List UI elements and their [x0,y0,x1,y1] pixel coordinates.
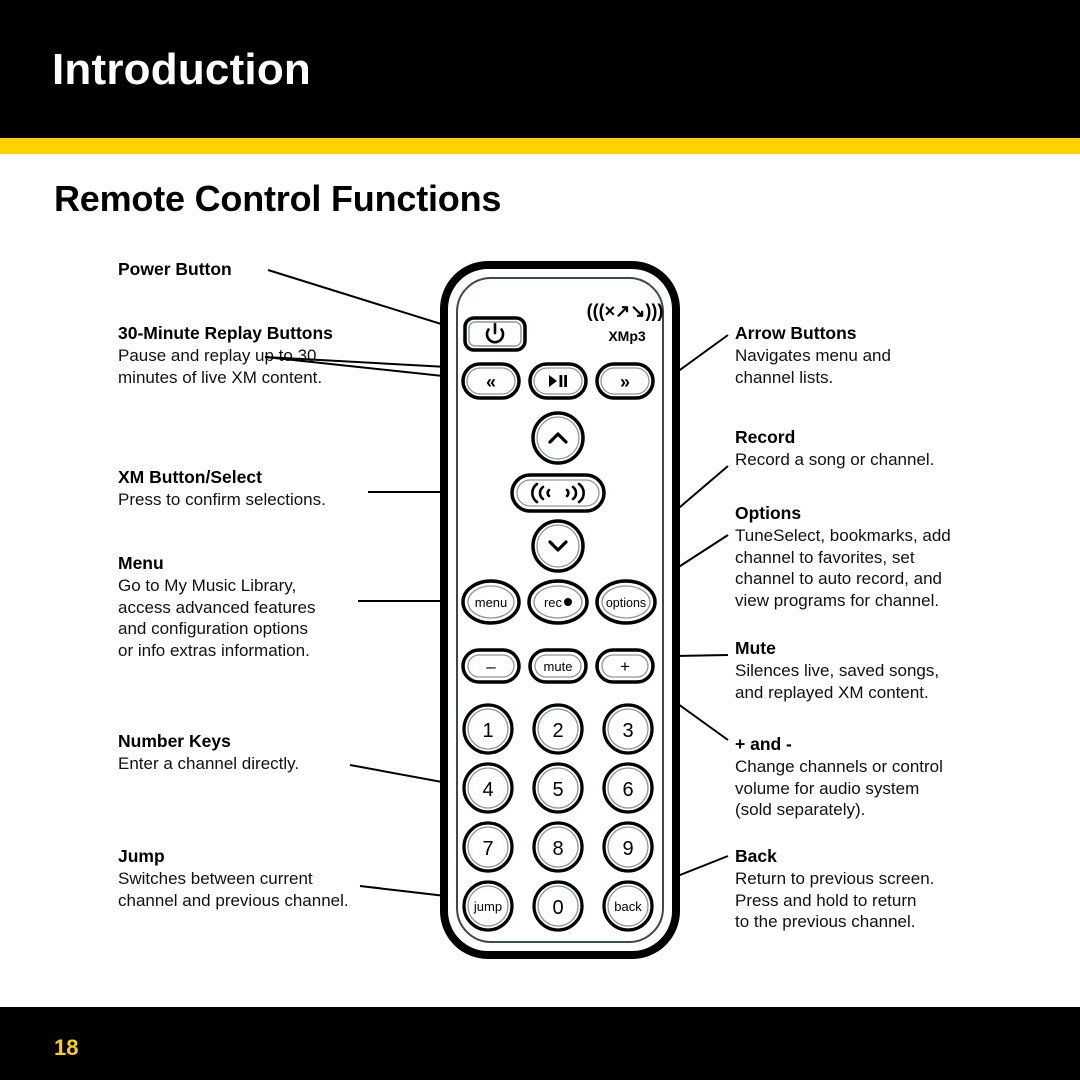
plus-button-label: + [620,657,630,676]
mute-button[interactable]: mute [528,648,588,684]
keypad-key-2-label: 2 [552,720,563,742]
plus-button[interactable]: + [595,648,655,684]
back-button-label: back [614,899,642,914]
page-number: 18 [54,1035,79,1060]
rewind-icon: « [486,372,496,392]
keypad-key-6-label: 6 [622,779,633,801]
record-button[interactable]: rec [527,579,589,625]
fast-forward-icon: » [620,372,630,392]
keypad-key-3[interactable]: 3 [602,703,654,755]
minus-button[interactable]: – [461,648,521,684]
jump-button-label: jump [473,899,502,914]
record-dot-icon [564,598,572,606]
keypad-key-8[interactable]: 8 [532,821,584,873]
page-footer-bar [0,1007,1080,1080]
keypad-key-0[interactable]: 0 [532,880,584,932]
keypad-key-1-label: 1 [482,720,493,742]
options-button-label: options [606,596,646,610]
menu-button-label: menu [475,595,508,610]
keypad-key-6[interactable]: 6 [602,762,654,814]
xmp3-model-text: XMp3 [608,328,646,344]
up-arrow-button[interactable] [531,411,585,465]
keypad-key-1[interactable]: 1 [462,703,514,755]
keypad-key-5[interactable]: 5 [532,762,584,814]
minus-button-label: – [486,657,496,676]
play-pause-shape[interactable] [528,362,588,400]
xm-logo-text: (((×↗↘))) [587,301,664,321]
play-pause-button[interactable] [528,362,588,400]
power-button[interactable] [463,316,527,352]
leader-power [267,269,471,334]
keypad-key-7[interactable]: 7 [462,821,514,873]
keypad-key-9-label: 9 [622,838,633,860]
replay-forward-button[interactable]: » [595,362,655,400]
keypad-key-3-label: 3 [622,720,633,742]
keypad-key-8-label: 8 [552,838,563,860]
replay-back-button[interactable]: « [461,362,521,400]
keypad-key-4[interactable]: 4 [462,762,514,814]
keypad-key-2[interactable]: 2 [532,703,584,755]
keypad-key-5-label: 5 [552,779,563,801]
keypad-key-4-label: 4 [482,779,493,801]
back-button[interactable]: back [602,880,654,932]
record-button-label: rec [544,595,563,610]
up-arrow-shape[interactable] [531,411,585,465]
remote-control-diagram: (((×↗↘))) XMp3 « » menu rec options – mu… [264,261,729,959]
keypad-key-7-label: 7 [482,838,493,860]
down-arrow-button[interactable] [531,519,585,573]
keypad-key-0-label: 0 [552,897,563,919]
down-arrow-shape[interactable] [531,519,585,573]
jump-button[interactable]: jump [462,880,514,932]
menu-button[interactable]: menu [461,579,521,625]
options-button[interactable]: options [595,579,657,625]
xm-select-button[interactable] [510,473,606,513]
keypad-key-9[interactable]: 9 [602,821,654,873]
mute-button-label: mute [544,659,573,674]
